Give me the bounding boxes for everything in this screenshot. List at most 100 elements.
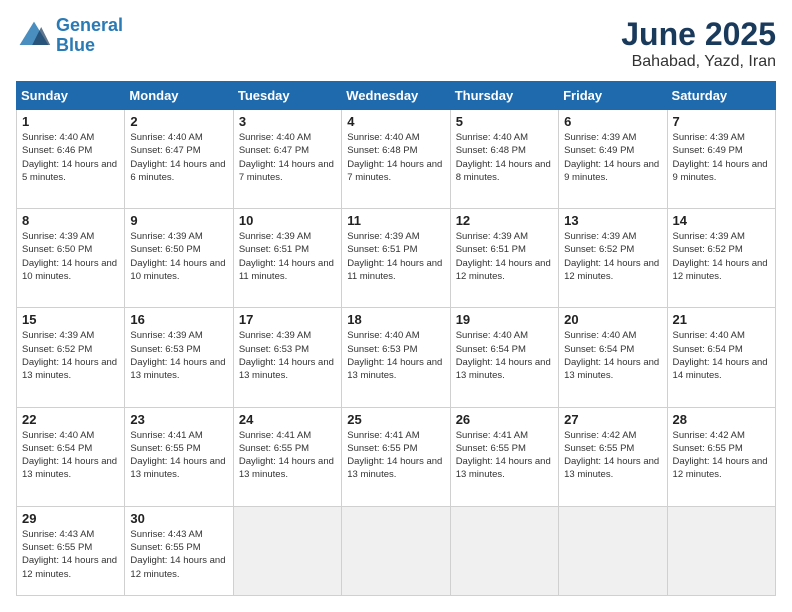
header-thursday: Thursday bbox=[450, 82, 558, 110]
day-info: Sunrise: 4:40 AM Sunset: 6:47 PM Dayligh… bbox=[239, 131, 336, 184]
day-cell: 9 Sunrise: 4:39 AM Sunset: 6:50 PM Dayli… bbox=[125, 209, 233, 308]
day-number: 5 bbox=[456, 114, 553, 129]
day-cell: 4 Sunrise: 4:40 AM Sunset: 6:48 PM Dayli… bbox=[342, 110, 450, 209]
day-info: Sunrise: 4:42 AM Sunset: 6:55 PM Dayligh… bbox=[673, 429, 770, 482]
logo: General Blue bbox=[16, 16, 123, 56]
day-cell: 26 Sunrise: 4:41 AM Sunset: 6:55 PM Dayl… bbox=[450, 407, 558, 506]
day-info: Sunrise: 4:40 AM Sunset: 6:54 PM Dayligh… bbox=[456, 329, 553, 382]
day-info: Sunrise: 4:40 AM Sunset: 6:46 PM Dayligh… bbox=[22, 131, 119, 184]
day-info: Sunrise: 4:41 AM Sunset: 6:55 PM Dayligh… bbox=[456, 429, 553, 482]
day-number: 16 bbox=[130, 312, 227, 327]
day-cell: 19 Sunrise: 4:40 AM Sunset: 6:54 PM Dayl… bbox=[450, 308, 558, 407]
week-row-0: 1 Sunrise: 4:40 AM Sunset: 6:46 PM Dayli… bbox=[17, 110, 776, 209]
day-cell: 5 Sunrise: 4:40 AM Sunset: 6:48 PM Dayli… bbox=[450, 110, 558, 209]
day-number: 24 bbox=[239, 412, 336, 427]
day-info: Sunrise: 4:40 AM Sunset: 6:54 PM Dayligh… bbox=[564, 329, 661, 382]
day-number: 18 bbox=[347, 312, 444, 327]
day-info: Sunrise: 4:40 AM Sunset: 6:53 PM Dayligh… bbox=[347, 329, 444, 382]
day-number: 10 bbox=[239, 213, 336, 228]
day-cell: 29 Sunrise: 4:43 AM Sunset: 6:55 PM Dayl… bbox=[17, 506, 125, 595]
header-monday: Monday bbox=[125, 82, 233, 110]
day-info: Sunrise: 4:40 AM Sunset: 6:54 PM Dayligh… bbox=[22, 429, 119, 482]
day-cell: 2 Sunrise: 4:40 AM Sunset: 6:47 PM Dayli… bbox=[125, 110, 233, 209]
logo-blue: Blue bbox=[56, 35, 95, 55]
header-saturday: Saturday bbox=[667, 82, 775, 110]
day-number: 28 bbox=[673, 412, 770, 427]
week-row-1: 8 Sunrise: 4:39 AM Sunset: 6:50 PM Dayli… bbox=[17, 209, 776, 308]
day-number: 19 bbox=[456, 312, 553, 327]
header-wednesday: Wednesday bbox=[342, 82, 450, 110]
day-info: Sunrise: 4:39 AM Sunset: 6:49 PM Dayligh… bbox=[564, 131, 661, 184]
calendar-subtitle: Bahabad, Yazd, Iran bbox=[621, 53, 776, 71]
day-number: 15 bbox=[22, 312, 119, 327]
day-cell: 11 Sunrise: 4:39 AM Sunset: 6:51 PM Dayl… bbox=[342, 209, 450, 308]
day-cell: 21 Sunrise: 4:40 AM Sunset: 6:54 PM Dayl… bbox=[667, 308, 775, 407]
day-number: 3 bbox=[239, 114, 336, 129]
day-number: 27 bbox=[564, 412, 661, 427]
day-number: 21 bbox=[673, 312, 770, 327]
week-row-2: 15 Sunrise: 4:39 AM Sunset: 6:52 PM Dayl… bbox=[17, 308, 776, 407]
day-number: 9 bbox=[130, 213, 227, 228]
day-number: 13 bbox=[564, 213, 661, 228]
day-cell: 28 Sunrise: 4:42 AM Sunset: 6:55 PM Dayl… bbox=[667, 407, 775, 506]
day-info: Sunrise: 4:41 AM Sunset: 6:55 PM Dayligh… bbox=[239, 429, 336, 482]
day-cell: 15 Sunrise: 4:39 AM Sunset: 6:52 PM Dayl… bbox=[17, 308, 125, 407]
logo-icon bbox=[16, 18, 52, 54]
day-info: Sunrise: 4:39 AM Sunset: 6:49 PM Dayligh… bbox=[673, 131, 770, 184]
day-info: Sunrise: 4:43 AM Sunset: 6:55 PM Dayligh… bbox=[130, 528, 227, 581]
day-info: Sunrise: 4:40 AM Sunset: 6:48 PM Dayligh… bbox=[456, 131, 553, 184]
day-info: Sunrise: 4:39 AM Sunset: 6:51 PM Dayligh… bbox=[347, 230, 444, 283]
day-info: Sunrise: 4:40 AM Sunset: 6:48 PM Dayligh… bbox=[347, 131, 444, 184]
day-number: 7 bbox=[673, 114, 770, 129]
day-cell: 20 Sunrise: 4:40 AM Sunset: 6:54 PM Dayl… bbox=[559, 308, 667, 407]
week-row-4: 29 Sunrise: 4:43 AM Sunset: 6:55 PM Dayl… bbox=[17, 506, 776, 595]
day-cell: 8 Sunrise: 4:39 AM Sunset: 6:50 PM Dayli… bbox=[17, 209, 125, 308]
day-info: Sunrise: 4:40 AM Sunset: 6:47 PM Dayligh… bbox=[130, 131, 227, 184]
header-friday: Friday bbox=[559, 82, 667, 110]
day-number: 29 bbox=[22, 511, 119, 526]
day-cell: 10 Sunrise: 4:39 AM Sunset: 6:51 PM Dayl… bbox=[233, 209, 341, 308]
day-cell: 23 Sunrise: 4:41 AM Sunset: 6:55 PM Dayl… bbox=[125, 407, 233, 506]
day-info: Sunrise: 4:39 AM Sunset: 6:50 PM Dayligh… bbox=[130, 230, 227, 283]
day-cell: 3 Sunrise: 4:40 AM Sunset: 6:47 PM Dayli… bbox=[233, 110, 341, 209]
day-info: Sunrise: 4:41 AM Sunset: 6:55 PM Dayligh… bbox=[130, 429, 227, 482]
day-info: Sunrise: 4:39 AM Sunset: 6:53 PM Dayligh… bbox=[130, 329, 227, 382]
day-cell: 18 Sunrise: 4:40 AM Sunset: 6:53 PM Dayl… bbox=[342, 308, 450, 407]
title-area: June 2025 Bahabad, Yazd, Iran bbox=[621, 16, 776, 71]
day-number: 30 bbox=[130, 511, 227, 526]
logo-general: General bbox=[56, 15, 123, 35]
header-sunday: Sunday bbox=[17, 82, 125, 110]
day-number: 11 bbox=[347, 213, 444, 228]
day-info: Sunrise: 4:42 AM Sunset: 6:55 PM Dayligh… bbox=[564, 429, 661, 482]
day-number: 4 bbox=[347, 114, 444, 129]
day-cell: 13 Sunrise: 4:39 AM Sunset: 6:52 PM Dayl… bbox=[559, 209, 667, 308]
day-cell bbox=[559, 506, 667, 595]
day-cell bbox=[667, 506, 775, 595]
day-number: 1 bbox=[22, 114, 119, 129]
day-cell: 12 Sunrise: 4:39 AM Sunset: 6:51 PM Dayl… bbox=[450, 209, 558, 308]
day-info: Sunrise: 4:39 AM Sunset: 6:53 PM Dayligh… bbox=[239, 329, 336, 382]
day-cell: 27 Sunrise: 4:42 AM Sunset: 6:55 PM Dayl… bbox=[559, 407, 667, 506]
day-cell: 17 Sunrise: 4:39 AM Sunset: 6:53 PM Dayl… bbox=[233, 308, 341, 407]
day-number: 22 bbox=[22, 412, 119, 427]
day-cell: 24 Sunrise: 4:41 AM Sunset: 6:55 PM Dayl… bbox=[233, 407, 341, 506]
week-row-3: 22 Sunrise: 4:40 AM Sunset: 6:54 PM Dayl… bbox=[17, 407, 776, 506]
day-number: 6 bbox=[564, 114, 661, 129]
day-number: 17 bbox=[239, 312, 336, 327]
day-info: Sunrise: 4:39 AM Sunset: 6:51 PM Dayligh… bbox=[456, 230, 553, 283]
day-cell: 16 Sunrise: 4:39 AM Sunset: 6:53 PM Dayl… bbox=[125, 308, 233, 407]
day-number: 12 bbox=[456, 213, 553, 228]
day-number: 2 bbox=[130, 114, 227, 129]
day-info: Sunrise: 4:39 AM Sunset: 6:51 PM Dayligh… bbox=[239, 230, 336, 283]
day-info: Sunrise: 4:40 AM Sunset: 6:54 PM Dayligh… bbox=[673, 329, 770, 382]
day-cell: 25 Sunrise: 4:41 AM Sunset: 6:55 PM Dayl… bbox=[342, 407, 450, 506]
day-info: Sunrise: 4:39 AM Sunset: 6:52 PM Dayligh… bbox=[22, 329, 119, 382]
page: General Blue June 2025 Bahabad, Yazd, Ir… bbox=[0, 0, 792, 612]
logo-text: General Blue bbox=[56, 16, 123, 56]
day-info: Sunrise: 4:41 AM Sunset: 6:55 PM Dayligh… bbox=[347, 429, 444, 482]
day-number: 23 bbox=[130, 412, 227, 427]
day-cell: 22 Sunrise: 4:40 AM Sunset: 6:54 PM Dayl… bbox=[17, 407, 125, 506]
day-number: 8 bbox=[22, 213, 119, 228]
day-info: Sunrise: 4:39 AM Sunset: 6:50 PM Dayligh… bbox=[22, 230, 119, 283]
day-cell bbox=[233, 506, 341, 595]
